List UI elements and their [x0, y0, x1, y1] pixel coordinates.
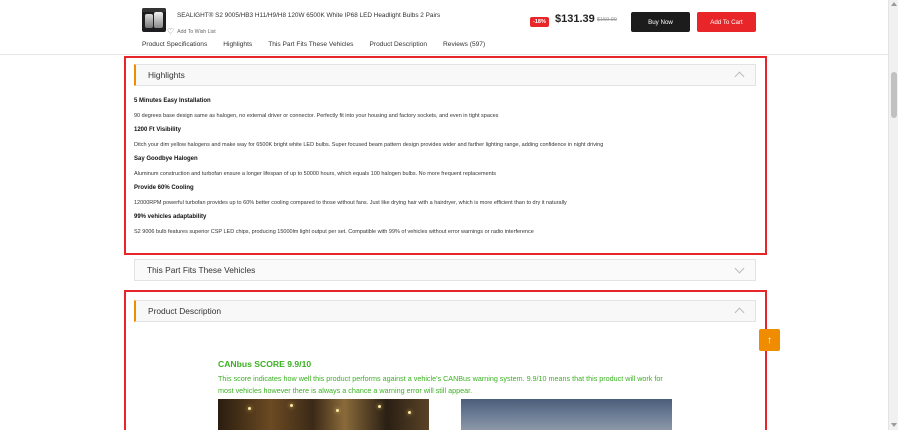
scroll-to-top-button[interactable]: ↑ — [759, 329, 780, 351]
scroll-down-arrow-icon[interactable] — [891, 423, 897, 427]
highlight-text: 12000RPM powerful turbofan provides up t… — [134, 200, 567, 206]
heart-icon: ♡ — [167, 27, 175, 36]
product-thumbnail[interactable] — [142, 8, 166, 32]
discount-badge: -18% — [530, 17, 549, 27]
tab-highlights[interactable]: Highlights — [223, 41, 252, 48]
section-tabs: Product Specifications Highlights This P… — [142, 41, 501, 48]
highlight-text: 90 degrees base design same as halogen, … — [134, 113, 499, 119]
highlight-text: Ditch your dim yellow halogens and make … — [134, 142, 604, 148]
wish-label: Add To Wish List — [177, 29, 216, 35]
scrollbar-thumb[interactable] — [891, 72, 897, 118]
canbus-score-title: CANbus SCORE 9.9/10 — [218, 359, 312, 369]
chevron-down-icon — [734, 263, 745, 274]
highlight-text: Aluminum construction and turbofan ensur… — [134, 171, 497, 177]
product-title: SEALIGHT® S2 9005/HB3 H11/H9/H8 120W 650… — [177, 12, 441, 19]
highlight-text: S2 9006 bulb features superior CSP LED c… — [134, 229, 534, 235]
highlight-heading: 99% vehicles adaptability — [134, 214, 207, 220]
chevron-up-icon — [734, 71, 745, 82]
description-title: Product Description — [148, 306, 222, 316]
fits-vehicles-title: This Part Fits These Vehicles — [147, 265, 256, 275]
description-accordion-header[interactable]: Product Description — [134, 300, 756, 322]
night-street-photo — [218, 399, 429, 430]
add-to-cart-button[interactable]: Add To Cart — [697, 12, 756, 32]
highlight-heading: Provide 60% Cooling — [134, 185, 194, 191]
add-to-wish-list[interactable]: ♡ Add To Wish List — [167, 28, 216, 36]
sticky-product-header: SEALIGHT® S2 9005/HB3 H11/H9/H8 120W 650… — [0, 0, 888, 55]
current-price: $131.39 — [555, 13, 595, 25]
highlight-heading: 1200 Ft Visibility — [134, 127, 181, 133]
tab-fits-vehicles[interactable]: This Part Fits These Vehicles — [268, 41, 353, 48]
scroll-up-arrow-icon[interactable] — [891, 2, 897, 6]
dusk-road-photo — [461, 399, 672, 430]
tab-product-description[interactable]: Product Description — [369, 41, 427, 48]
page-scrollbar[interactable] — [888, 0, 898, 430]
tab-product-specifications[interactable]: Product Specifications — [142, 41, 207, 48]
highlights-accordion-header[interactable]: Highlights — [134, 64, 756, 86]
canbus-score-text: This score indicates how well this produ… — [218, 374, 663, 395]
arrow-up-icon: ↑ — [767, 334, 772, 346]
fits-vehicles-accordion-header[interactable]: This Part Fits These Vehicles — [134, 259, 756, 281]
highlight-heading: Say Goodbye Halogen — [134, 156, 198, 162]
chevron-up-icon — [734, 307, 745, 318]
old-price: $159.99 — [597, 17, 617, 23]
highlight-heading: 5 Minutes Easy Installation — [134, 98, 211, 104]
tab-reviews[interactable]: Reviews (597) — [443, 41, 485, 48]
highlights-title: Highlights — [148, 70, 185, 80]
buy-now-button[interactable]: Buy Now — [631, 12, 690, 32]
